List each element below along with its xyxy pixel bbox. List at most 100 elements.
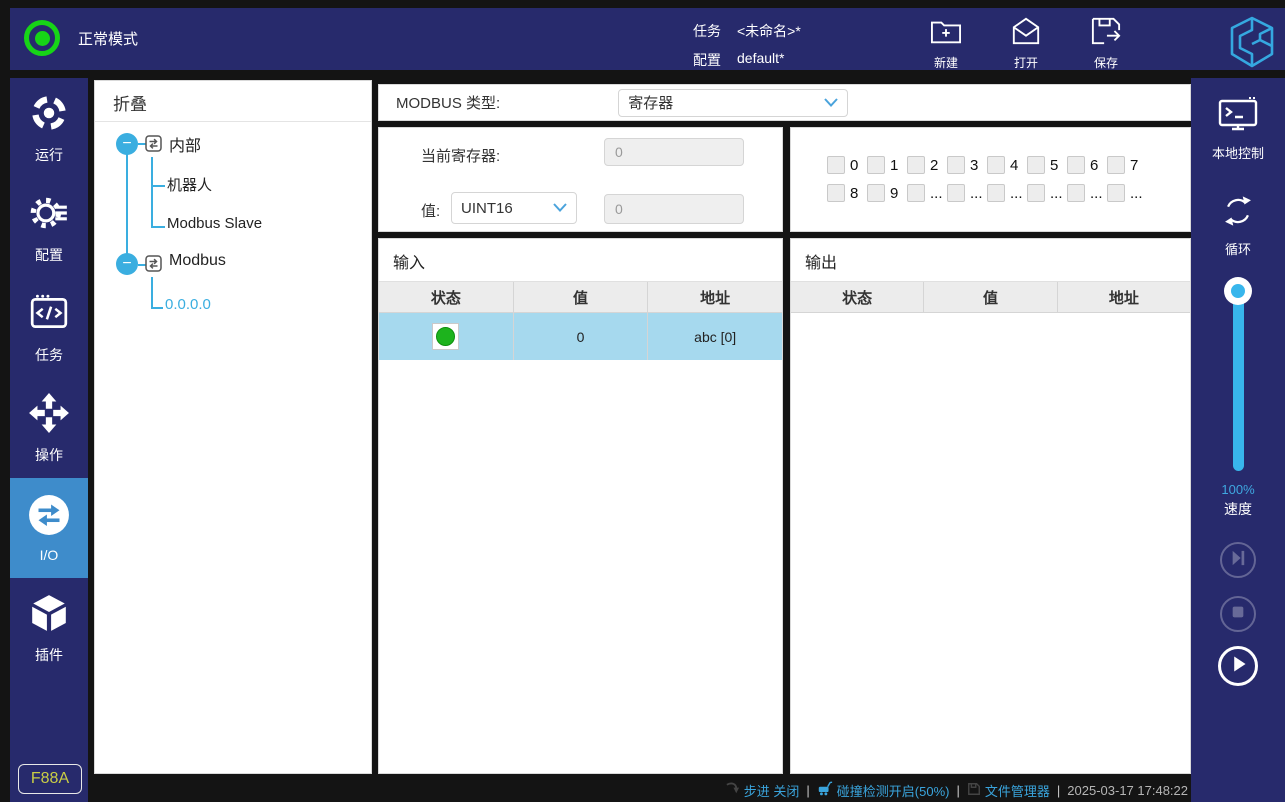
modbus-type-dropdown[interactable]: 寄存器 (618, 88, 849, 117)
step-forward-button[interactable] (1220, 542, 1256, 578)
bit-checkbox[interactable] (827, 156, 845, 174)
bit-cell: 8 (827, 184, 867, 202)
column-header-status: 状态 (379, 282, 514, 312)
bit-cell: 6 (1067, 156, 1107, 174)
bit-checkbox[interactable] (867, 156, 885, 174)
collision-detect-status[interactable]: 碰撞检测开启(50%) (817, 781, 950, 800)
bit-checkbox[interactable] (907, 184, 925, 202)
cube-icon (28, 592, 70, 639)
bit-label: 3 (970, 156, 979, 174)
value-label: 值: (421, 203, 441, 220)
tree-node-modbus-slave[interactable]: Modbus Slave (167, 215, 262, 232)
input-section-title: 输入 (393, 255, 426, 272)
sidebar-item-task-label: 任务 (35, 346, 63, 363)
bit-checkbox[interactable] (1027, 156, 1045, 174)
bit-checkbox[interactable] (947, 184, 965, 202)
play-icon (1221, 647, 1255, 686)
swap-node-icon (145, 255, 162, 272)
bit-checkbox[interactable] (987, 156, 1005, 174)
bit-cell: ... (1027, 184, 1067, 202)
bit-label: ... (1090, 184, 1103, 202)
sidebar-item-operate[interactable]: 操作 (10, 378, 88, 478)
step-icon (725, 781, 744, 799)
step-mode-label: 步进 关闭 (743, 783, 800, 799)
tree-collapse-header[interactable]: 折叠 (113, 90, 147, 115)
register-form-panel: 当前寄存器: 0 值: UINT16 0 (378, 127, 783, 232)
bit-label: 7 (1130, 156, 1139, 174)
tree-node-robot[interactable]: 机器人 (167, 174, 212, 195)
sidebar-item-plugin[interactable]: 插件 (10, 578, 88, 678)
current-register-input[interactable]: 0 (604, 138, 744, 166)
bit-checkbox[interactable] (987, 184, 1005, 202)
file-manager-button[interactable]: 文件管理器 (967, 781, 1050, 800)
loop-button[interactable]: 循环 (1191, 192, 1285, 258)
speed-slider-track[interactable] (1233, 286, 1244, 471)
open-task-button[interactable]: 打开 (994, 16, 1058, 71)
status-chip (432, 323, 460, 350)
file-manager-label: 文件管理器 (984, 783, 1050, 799)
left-sidebar: 运行 配置 任务 操作 I/O 插件 F88A (10, 78, 88, 802)
tree-collapse-toggle-internal[interactable]: − (116, 133, 138, 155)
bit-label: ... (1010, 184, 1023, 202)
bit-label: 8 (850, 184, 859, 202)
stop-button[interactable] (1220, 596, 1256, 632)
bit-checkbox[interactable] (827, 184, 845, 202)
bit-checkbox[interactable] (1067, 184, 1085, 202)
run-icon (28, 92, 70, 139)
tree-node-internal[interactable]: 内部 (169, 132, 201, 156)
status-cell (379, 313, 514, 360)
value-input[interactable]: 0 (604, 194, 744, 224)
new-task-label: 新建 (933, 56, 958, 70)
task-label: 任务 (693, 23, 721, 39)
sidebar-item-run[interactable]: 运行 (10, 78, 88, 178)
tree-node-ip-selected[interactable]: 0.0.0.0 (165, 296, 211, 313)
bit-checkbox[interactable] (1107, 156, 1125, 174)
sidebar-item-task[interactable]: 任务 (10, 278, 88, 378)
right-sidebar: 本地控制 循环 100% 速度 (1191, 78, 1285, 802)
firmware-badge[interactable]: F88A (18, 764, 82, 794)
stop-icon (1222, 596, 1254, 633)
bit-cell: ... (947, 184, 987, 202)
skip-next-icon (1222, 542, 1254, 579)
bit-label: 5 (1050, 156, 1059, 174)
input-table-row[interactable]: 0 abc [0] (379, 313, 782, 360)
bit-checkbox[interactable] (1027, 184, 1045, 202)
bit-label: 2 (930, 156, 939, 174)
file-manager-icon (967, 782, 985, 799)
step-mode-status[interactable]: 步进 关闭 (725, 781, 800, 800)
sidebar-item-run-label: 运行 (35, 146, 63, 163)
task-value: <未命名>* (737, 23, 801, 39)
collision-detect-label: 碰撞检测开启(50%) (836, 783, 950, 799)
value-type-value: UINT16 (461, 199, 513, 217)
column-header-value: 值 (924, 282, 1058, 312)
tree-connector-line (151, 277, 153, 309)
mode-status-icon (24, 20, 60, 56)
input-section-panel: 输入 状态 值 地址 0 abc [0] (378, 238, 783, 774)
bit-cell: ... (1107, 184, 1147, 202)
tree-collapse-toggle-modbus[interactable]: − (116, 253, 138, 275)
sidebar-item-config[interactable]: 配置 (10, 178, 88, 278)
bit-checkbox[interactable] (907, 156, 925, 174)
speed-label: 速度 (1224, 501, 1252, 517)
bit-checkbox[interactable] (947, 156, 965, 174)
play-button[interactable] (1218, 646, 1258, 686)
save-task-label: 保存 (1093, 56, 1118, 70)
save-task-button[interactable]: 保存 (1074, 16, 1138, 71)
top-bar: 正常模式 任务 <未命名>* 配置 default* 新建 打开 保存 (10, 8, 1285, 70)
tree-connector-line (151, 307, 163, 309)
bit-cell: 5 (1027, 156, 1067, 174)
tree-node-modbus[interactable]: Modbus (169, 252, 226, 270)
chevron-down-icon (553, 199, 567, 217)
system-timestamp: 2025-03-17 17:48:22 (1067, 782, 1188, 798)
speed-slider-thumb[interactable] (1224, 277, 1252, 305)
sidebar-item-io[interactable]: I/O (10, 478, 88, 578)
bit-checkbox[interactable] (1067, 156, 1085, 174)
bit-checkbox[interactable] (867, 184, 885, 202)
bit-checkbox[interactable] (1107, 184, 1125, 202)
task-config-group: 任务 <未命名>* 配置 default* (693, 21, 801, 79)
value-type-dropdown[interactable]: UINT16 (451, 192, 577, 224)
bit-label: ... (1130, 184, 1143, 202)
local-control-button[interactable]: 本地控制 (1191, 96, 1285, 162)
new-task-button[interactable]: 新建 (914, 16, 978, 71)
swap-node-icon (145, 135, 162, 152)
